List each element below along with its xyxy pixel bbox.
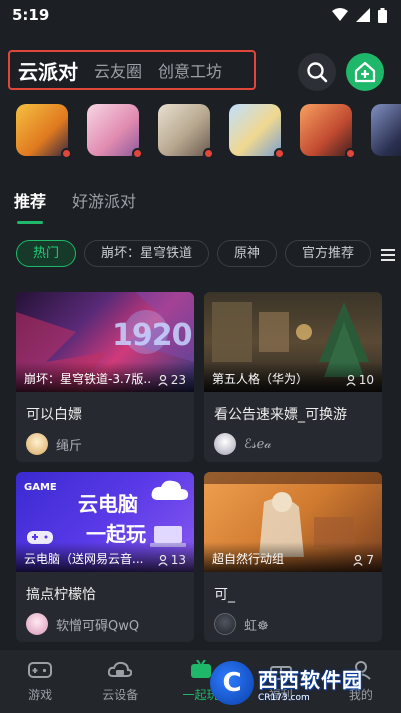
wifi-icon — [332, 8, 348, 21]
party-card[interactable]: GAME 云电脑 一起玩 云电脑（送网易云音... 13 搞点柠檬恰 软憎可碍Q… — [16, 472, 194, 642]
watermark: C 西西软件园 CR173.com — [210, 658, 395, 708]
card-title: 看公告速来嫖_可换游 — [214, 407, 347, 423]
avatar — [26, 433, 48, 455]
party-card[interactable]: 1920 崩坏：星穹铁道-3.7版... 23 可以白嫖 绳斤 — [16, 292, 194, 462]
person-icon — [353, 554, 364, 566]
card-count-value: 13 — [170, 553, 186, 567]
nav-cloud-devices[interactable]: 云设备 — [80, 650, 160, 713]
header-tab-group: 云派对 云友圈 创意工坊 — [8, 50, 256, 90]
card-count-value: 10 — [358, 373, 374, 387]
chip-official[interactable]: 官方推荐 — [285, 240, 372, 267]
active-tab-indicator — [17, 221, 43, 224]
chip-menu-button[interactable] — [367, 240, 401, 270]
unread-badge — [203, 148, 214, 158]
person-icon — [158, 554, 168, 566]
unread-badge — [274, 148, 285, 158]
card-title: 搞点柠檬恰 — [26, 587, 96, 603]
content-tabs: 推荐 好游派对 — [14, 188, 136, 212]
nav-label: 游戏 — [28, 688, 53, 702]
tab-creative-workshop[interactable]: 创意工坊 — [158, 58, 222, 82]
tab-recommended[interactable]: 推荐 — [14, 188, 46, 212]
search-icon — [307, 62, 328, 83]
card-player-count: 7 — [353, 553, 374, 567]
watermark-logo-icon: C — [210, 661, 254, 705]
game-icon-1[interactable] — [16, 104, 72, 158]
unread-badge — [345, 148, 356, 158]
nav-games[interactable]: 游戏 — [0, 650, 80, 713]
card-thumbnail: 超自然行动组 7 — [204, 472, 382, 572]
game-icon-6[interactable] — [371, 104, 401, 156]
unread-badge — [132, 148, 143, 158]
chip-genshin[interactable]: 原神 — [217, 240, 278, 267]
tab-cloud-party[interactable]: 云派对 — [18, 56, 78, 85]
unread-badge — [61, 148, 72, 158]
card-game-name: 云电脑（送网易云音... — [24, 552, 144, 566]
recent-games-row — [16, 104, 401, 158]
host-name: 软憎可碍QwQ — [56, 618, 140, 634]
avatar — [214, 433, 236, 455]
card-game-name: 第五人格（华为） — [212, 372, 309, 386]
card-thumbnail: 第五人格（华为） 10 — [204, 292, 382, 392]
card-thumbnail: GAME 云电脑 一起玩 云电脑（送网易云音... 13 — [16, 472, 194, 572]
banner-title: 云电脑 — [78, 492, 138, 516]
host-name: 绳斤 — [56, 438, 83, 454]
card-count-value: 7 — [366, 553, 374, 567]
card-count-value: 23 — [170, 373, 186, 387]
avatar — [214, 613, 236, 635]
status-bar: 5:19 — [0, 0, 401, 30]
card-host: ℰ𝓈ℯ𝒶 — [214, 433, 272, 455]
card-player-count: 10 — [346, 373, 374, 387]
card-player-count: 13 — [158, 553, 186, 567]
person-icon — [346, 374, 356, 386]
signal-icon — [356, 8, 370, 22]
tab-good-game-party[interactable]: 好游派对 — [72, 188, 136, 212]
nav-label: 云设备 — [102, 688, 139, 702]
home-button[interactable] — [346, 53, 384, 91]
card-game-name: 超自然行动组 — [212, 552, 285, 566]
host-name: 虹☸ — [244, 618, 269, 634]
card-title: 可以白嫖 — [26, 407, 82, 423]
party-card[interactable]: 第五人格（华为） 10 看公告速来嫖_可换游 ℰ𝓈ℯ𝒶 — [204, 292, 382, 462]
gamepad-icon — [28, 662, 53, 678]
tv-icon — [190, 660, 211, 678]
battery-icon — [378, 7, 387, 23]
card-host: 虹☸ — [214, 613, 269, 635]
card-host: 软憎可碍QwQ — [26, 613, 139, 635]
card-thumbnail: 1920 崩坏：星穹铁道-3.7版... 23 — [16, 292, 194, 392]
watermark-main: 西西软件园 — [258, 667, 363, 692]
host-name: ℰ𝓈ℯ𝒶 — [244, 436, 272, 452]
app-screen: 5:19 云派对 云友圈 创意工坊 推荐 好游派对 热门 崩坏：星穹铁道 原神 … — [0, 0, 401, 713]
thumbnail-overlay-text: 1920 — [112, 318, 192, 353]
avatar — [26, 613, 48, 635]
home-plus-icon — [354, 61, 376, 83]
card-player-count: 23 — [158, 373, 186, 387]
person-icon — [158, 374, 168, 386]
game-icon-2[interactable] — [87, 104, 143, 158]
game-icon-5[interactable] — [300, 104, 356, 158]
chip-hot[interactable]: 热门 — [16, 240, 77, 267]
chip-star-rail[interactable]: 崩坏：星穹铁道 — [84, 240, 210, 267]
filter-chip-row: 热门 崩坏：星穹铁道 原神 官方推荐 — [16, 240, 401, 270]
card-title: 可_ — [214, 587, 235, 603]
banner-tag: GAME — [24, 482, 57, 493]
card-host: 绳斤 — [26, 433, 82, 455]
party-card[interactable]: 超自然行动组 7 可_ 虹☸ — [204, 472, 382, 642]
card-game-name: 崩坏：星穹铁道-3.7版... — [24, 372, 152, 386]
status-icons — [332, 7, 387, 23]
menu-icon — [381, 249, 395, 261]
game-icon-3[interactable] — [158, 104, 214, 158]
tab-cloud-friends[interactable]: 云友圈 — [94, 58, 142, 82]
watermark-text: 西西软件园 CR173.com — [258, 664, 363, 703]
watermark-sub: CR173.com — [258, 692, 310, 703]
cloud-icon — [151, 480, 189, 500]
game-icon-4[interactable] — [229, 104, 285, 158]
status-time: 5:19 — [12, 6, 50, 24]
search-button[interactable] — [298, 53, 336, 91]
cloud-device-icon — [108, 661, 133, 677]
